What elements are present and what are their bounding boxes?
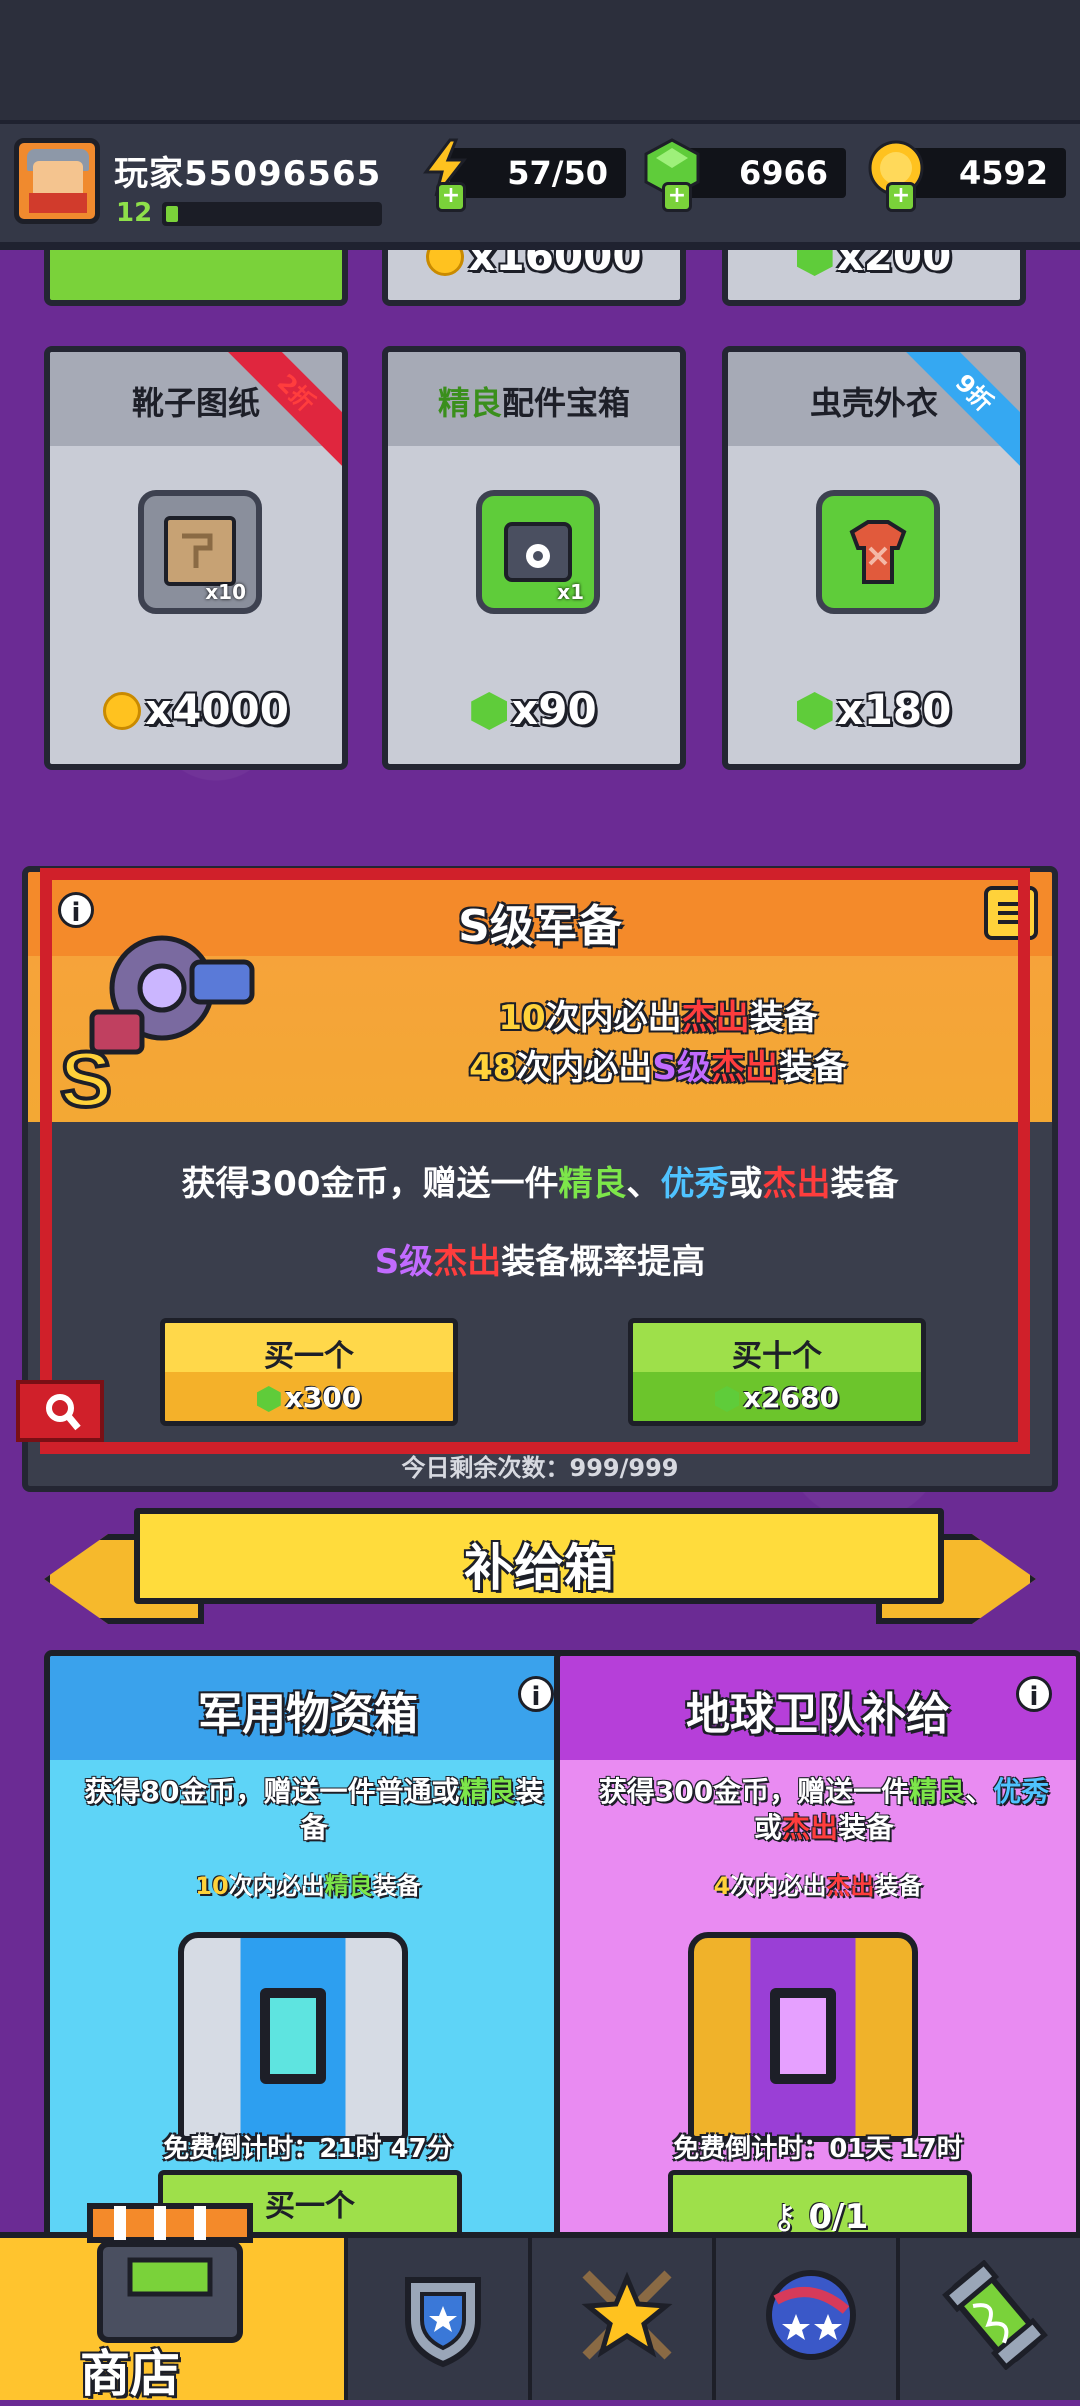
search-icon [46, 1394, 81, 1431]
military-supply-box-card[interactable]: 军用物资箱 i 获得80金币，赠送一件普通或精良装备 10次内必出精良装备 免费… [44, 1650, 572, 2270]
nav-tab-battle[interactable] [528, 2238, 712, 2400]
chest-lock [260, 1988, 326, 2084]
nav-tab-equipment[interactable] [344, 2238, 528, 2400]
blue-chest-icon [178, 1932, 408, 2142]
energy-add-icon[interactable]: + [436, 182, 466, 212]
supply-banner-title: 补给箱 [464, 1539, 614, 1597]
nav-tab-shop-label: 商店 [80, 2345, 180, 2403]
shop-icon [87, 2203, 253, 2343]
battle-star-icon [581, 2270, 673, 2360]
parts-chest-icon: x1 [476, 490, 600, 614]
nav-tab-world[interactable] [712, 2238, 896, 2400]
player-level: 12 [116, 198, 153, 228]
bottom-nav: 商店 [0, 2203, 1080, 2403]
xp-bar-fill [166, 206, 178, 222]
energy-counter[interactable]: + 57/50 [423, 138, 626, 212]
coin-icon [103, 692, 141, 730]
gem-icon [796, 692, 833, 730]
gem-add-icon[interactable]: + [662, 182, 692, 212]
player-name: 玩家55096565 [114, 154, 382, 194]
card-price: x180 [728, 685, 1020, 734]
shop-card-bug-shell-coat[interactable]: 虫壳外衣 9折 x180 [722, 346, 1026, 770]
avatar-scarf [29, 193, 87, 213]
player-avatar[interactable] [14, 138, 100, 224]
dna-capsule-icon [942, 2260, 1048, 2370]
coat-icon [816, 490, 940, 614]
supply-card-pity: 10次内必出精良装备 [195, 1872, 421, 1900]
purple-chest-icon [688, 1932, 918, 2142]
supply-card-title: 地球卫队补给 [686, 1689, 950, 1740]
supply-card-description: 获得300金币，赠送一件精良、优秀或杰出装备 [598, 1775, 1050, 1844]
coin-value: 4592 [958, 154, 1048, 192]
key-icon: ⚷ [771, 2197, 809, 2237]
planet-stars-icon [766, 2270, 856, 2360]
gem-value: 6966 [738, 154, 828, 192]
supply-banner: 补给箱 [134, 1508, 944, 1604]
supply-card-description: 获得80金币，赠送一件普通或精良装备 [84, 1775, 544, 1844]
info-icon[interactable]: i [518, 1676, 554, 1712]
item-quantity: x10 [205, 580, 246, 604]
free-countdown: 免费倒计时：01天 17时 [673, 2134, 963, 2164]
nav-tab-lab[interactable] [896, 2238, 1080, 2400]
coin-add-icon[interactable]: + [886, 182, 916, 212]
armor-shield-icon [405, 2277, 481, 2368]
shop-card-fine-parts-chest[interactable]: 精良配件宝箱 x1 x90 [382, 346, 686, 770]
top-bar: 玩家55096565 12 + 57/50 + 6966 + 4592 [0, 120, 1080, 248]
nav-tab-shop[interactable]: 商店 [0, 2203, 344, 2403]
xp-bar [162, 202, 382, 226]
status-bar [0, 0, 1080, 120]
energy-value: 57/50 [507, 154, 608, 192]
free-countdown: 免费倒计时：21时 47分 [163, 2134, 453, 2164]
card-price: x90 [388, 685, 680, 734]
gem-icon [471, 692, 508, 730]
highlight-box [40, 868, 1030, 1454]
card-price: x4000 [50, 685, 342, 734]
item-quantity: x1 [557, 580, 584, 604]
chest-lock [770, 1988, 836, 2084]
supply-card-title: 军用物资箱 [198, 1689, 418, 1740]
blueprint-icon: x10 [138, 490, 262, 614]
shop-card-boots-blueprint[interactable]: 靴子图纸 2折 x10 x4000 [44, 346, 348, 770]
supply-key-count: ⚷ 0/1 [771, 2197, 869, 2237]
info-icon[interactable]: i [1016, 1676, 1052, 1712]
card-title: 精良配件宝箱 [437, 384, 631, 422]
supply-card-pity: 4次内必出杰出装备 [713, 1872, 923, 1900]
gem-counter[interactable]: + 6966 [644, 138, 846, 212]
earth-guard-supply-card[interactable]: 地球卫队补给 i 获得300金币，赠送一件精良、优秀或杰出装备 4次内必出杰出装… [554, 1650, 1080, 2270]
top-bar-holder: 玩家55096565 12 + 57/50 + 6966 + 4592 [0, 120, 1080, 248]
coin-counter[interactable]: + 4592 [868, 140, 1066, 212]
magnifier-tab[interactable] [16, 1380, 104, 1442]
